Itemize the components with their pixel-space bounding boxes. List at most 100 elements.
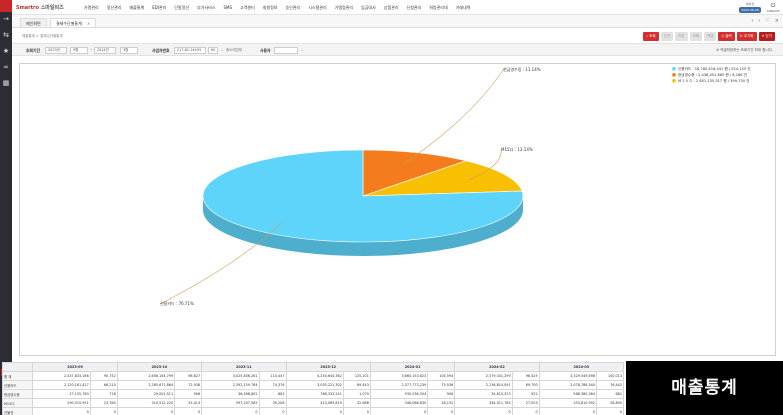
menu-item[interactable]: 승인관리: [286, 5, 301, 11]
from-year-select[interactable]: 2023년: [45, 47, 67, 54]
delete-button[interactable]: 삭제: [689, 32, 702, 41]
reset-button-label: 초기화: [743, 34, 754, 38]
table-cell: 2,606,154,799: [116, 371, 176, 381]
logout-button[interactable]: ⏻ LOGOUT: [767, 2, 780, 13]
excel-button-label: 엑셀: [706, 34, 714, 38]
chevron-left-icon[interactable]: ‹: [751, 18, 753, 24]
table-cell: 906: [174, 389, 203, 399]
table-cell: 290,515,951: [32, 398, 91, 408]
table-cell: 344,911,785: [454, 398, 513, 408]
search-button-label: 조회: [649, 34, 656, 38]
table-row: 현금영수증 27,155,780 718 29,001,511 906 36,468,80…: [1, 389, 624, 399]
table-cell: 104,594: [427, 371, 456, 381]
close-button-label: 닫기: [765, 34, 772, 38]
table-cell: 114,447: [258, 371, 287, 381]
month-header: 2023-10: [116, 362, 203, 372]
from-month-select[interactable]: 9월: [70, 47, 88, 54]
menu-item[interactable]: 고객센터: [240, 5, 255, 11]
menu-item[interactable]: EDI관리: [152, 5, 166, 11]
table-cell: 28,690: [596, 398, 624, 408]
month-header: 2024-03: [538, 362, 625, 372]
to-month-select[interactable]: 3월: [120, 47, 138, 54]
leader-line: [403, 69, 504, 164]
caption-overlay: 매출통계: [626, 361, 783, 415]
table-cell: 100,013: [596, 371, 624, 381]
table-cell: 353,810,992: [538, 398, 598, 408]
table-cell: 27,155,780: [32, 389, 91, 399]
login-date: 2024-06-28: [739, 7, 761, 13]
menu-item[interactable]: 매출통계: [129, 5, 144, 11]
tab-tools: ‹ › ♡ ×: [751, 18, 779, 24]
close-icon[interactable]: ×: [775, 18, 779, 24]
table-row: 신용카드 2,120,161,427 66,210 2,265,671,864 72,9…: [1, 380, 624, 390]
search-icon[interactable]: ⌕: [221, 48, 223, 52]
table-cell: 39,208: [258, 398, 287, 408]
calendar-icon[interactable]: ▦: [2, 79, 10, 87]
new-button[interactable]: 신규: [660, 32, 674, 41]
app-window: → ⇆ ★ ∞ ▦ AKE MSG GUI PS Smartro 스마일비즈 가…: [0, 0, 783, 415]
menu-item[interactable]: 상품관리: [384, 5, 399, 11]
table-cell: 74,376: [258, 380, 287, 390]
heart-icon[interactable]: ♡: [765, 18, 769, 24]
table-cell: 32,688: [342, 398, 371, 408]
search-icon[interactable]: ⌕: [301, 48, 303, 52]
table-cell: 2,579,341,299: [454, 371, 513, 381]
table-cell: 0: [511, 407, 540, 415]
table-cell: 786,333,241: [285, 389, 344, 399]
menu-item[interactable]: 가맹관리: [84, 5, 99, 11]
table-row: M15ロ 290,515,951 23,784 310,512,220 25,413 59…: [1, 398, 624, 408]
search-button[interactable]: ⌕ 조회: [643, 32, 659, 41]
table-cell: 28,152: [427, 398, 456, 408]
arrow-right-icon[interactable]: →: [2, 15, 10, 23]
menu-item[interactable]: SMS: [224, 5, 233, 11]
tab-label: 결제수단별통계: [56, 21, 82, 26]
tab-main[interactable]: 메인화면: [20, 18, 47, 27]
month-header: 2024-01: [369, 362, 456, 372]
menu-item[interactable]: 정산관리: [107, 5, 122, 11]
stats-table: 2023-09 2023-10 2023-11 2023-12 2024-01 2024-…: [1, 362, 625, 415]
table-cell: 2,265,671,864: [116, 380, 176, 390]
biz-go-button[interactable]: 60: [208, 47, 218, 54]
table-cell: 3,660,153,623: [369, 371, 429, 381]
link-icon[interactable]: ∞: [2, 63, 10, 71]
menu-item[interactable]: 거래내역: [456, 5, 471, 11]
print-button[interactable]: ⎙ 출력: [718, 32, 735, 41]
chart-legend: 신용카드 : 16,780,416,441 원 / 524,155 건현금영수증…: [672, 66, 751, 83]
menu-item[interactable]: 시스템관리: [308, 5, 326, 11]
table-cell: 90,752: [89, 371, 118, 381]
star-icon[interactable]: ★: [2, 47, 10, 55]
table-cell: 0: [538, 407, 598, 415]
share-icon[interactable]: ⇆: [2, 31, 10, 39]
tab-payment-stats[interactable]: 결제수단별통계 ×: [50, 18, 97, 27]
close-tab-icon[interactable]: ×: [87, 21, 90, 26]
table-cell: 597,207,585: [201, 398, 260, 408]
table-cell: 718: [89, 389, 118, 399]
chevron-right-icon[interactable]: ›: [758, 18, 760, 24]
save-button[interactable]: 저장: [675, 32, 688, 41]
menu-item[interactable]: 단말정산: [174, 5, 189, 11]
breadcrumb: 매출통계 > 결제수단별통계: [22, 34, 63, 38]
to-year-select[interactable]: 2024년: [94, 47, 116, 54]
store-input[interactable]: [274, 47, 298, 54]
main-menu: 가맹관리 정산관리 매출통계 EDI관리 단말정산 부가서비스 SMS 고객센터…: [84, 5, 470, 11]
menu-item[interactable]: 입금대사: [361, 5, 376, 11]
menu-item[interactable]: 워킹관리대: [429, 5, 447, 11]
table-cell: 346,086,830: [369, 398, 429, 408]
menu-item[interactable]: 회원정보: [263, 5, 278, 11]
table-cell: 98,627: [174, 371, 203, 381]
menu-item[interactable]: 부가서비스: [197, 5, 215, 11]
app-logo: [0, 0, 12, 12]
table-cell: 0: [116, 407, 176, 415]
biz-number-input[interactable]: 217-81-14493: [174, 47, 206, 54]
excel-button[interactable]: 엑셀: [703, 32, 717, 41]
brand-logo[interactable]: Smartro 스마일비즈: [16, 4, 64, 11]
menu-item[interactable]: 신청관리: [407, 5, 422, 11]
store-label: 사용자: [260, 48, 271, 53]
reset-button[interactable]: ↻ 초기화: [736, 32, 757, 41]
month-header: 2023-12: [285, 362, 371, 372]
table-cell: 0: [89, 407, 118, 415]
menu-item[interactable]: 가맹점관리: [335, 5, 353, 11]
table-cell: 4,254,644,362: [285, 371, 344, 381]
table-cell: 2,078,788,540: [538, 380, 598, 390]
close-button[interactable]: ✕ 닫기: [758, 32, 775, 41]
